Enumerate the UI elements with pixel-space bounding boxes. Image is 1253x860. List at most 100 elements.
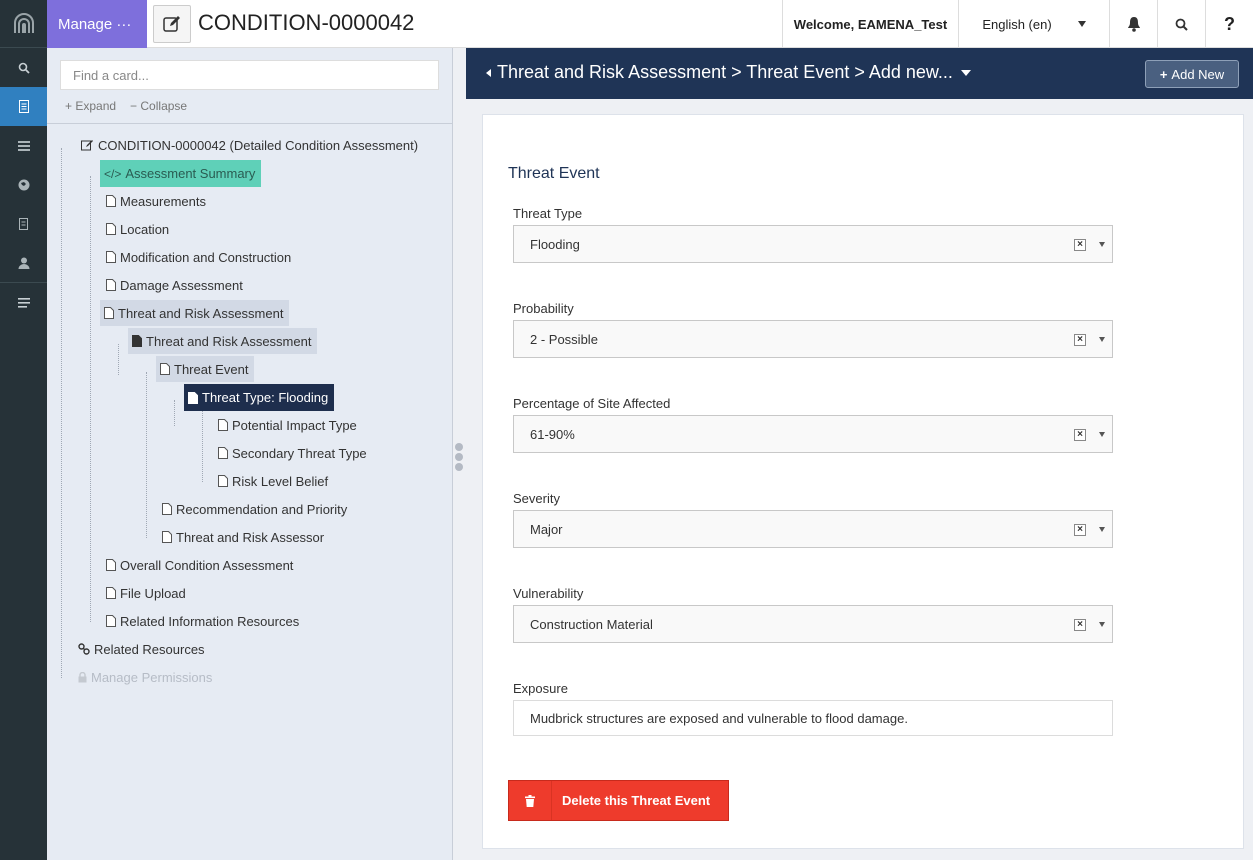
tree-node-risk-level[interactable]: Risk Level Belief (214, 468, 334, 494)
menu-icon[interactable] (0, 283, 47, 322)
tree-node-label: Threat Type: Flooding (202, 390, 329, 405)
tree-node-threat-risk-child[interactable]: Threat and Risk Assessment (128, 328, 318, 354)
caret-down-icon[interactable] (1099, 242, 1105, 247)
expand-collapse-controls: + Expand − Collapse (65, 99, 187, 113)
document-icon (106, 559, 116, 571)
severity-select[interactable]: Major × (513, 510, 1113, 548)
list-icon[interactable] (0, 126, 47, 165)
add-new-label: Add New (1171, 66, 1225, 82)
percentage-select[interactable]: 61-90% × (513, 415, 1113, 453)
document-icon (218, 475, 228, 487)
caret-down-icon[interactable] (1099, 527, 1105, 532)
document-icon (188, 391, 198, 404)
tree-node-label: Threat and Risk Assessor (176, 529, 325, 545)
tree-connector (61, 148, 62, 678)
breadcrumb[interactable]: Threat and Risk Assessment > Threat Even… (486, 62, 971, 83)
threat-type-select[interactable]: Flooding × (513, 225, 1113, 263)
tree-node-threat-event[interactable]: Threat Event (156, 356, 255, 382)
app-rail (0, 0, 47, 860)
tree-node-assessor[interactable]: Threat and Risk Assessor (158, 524, 330, 550)
tree-node-threat-risk[interactable]: Threat and Risk Assessment (100, 300, 290, 326)
caret-down-icon[interactable] (1099, 622, 1105, 627)
arches-logo[interactable] (0, 0, 47, 47)
threat-type-label: Threat Type (513, 206, 583, 221)
percentage-value: 61-90% (530, 426, 575, 442)
tree-node-threat-type-flooding[interactable]: Threat Type: Flooding (184, 384, 335, 411)
clear-icon[interactable]: × (1074, 429, 1086, 441)
panel-resize-handle[interactable] (453, 443, 465, 475)
vulnerability-select[interactable]: Construction Material × (513, 605, 1113, 643)
find-card-input[interactable] (60, 60, 439, 90)
document-icon (104, 307, 114, 319)
edit-resource-button[interactable] (153, 5, 191, 43)
tree-node-label: Recommendation and Priority (176, 501, 348, 517)
clear-icon[interactable]: × (1074, 524, 1086, 536)
collapse-button[interactable]: − Collapse (130, 99, 187, 113)
document-icon (160, 363, 170, 375)
document-icon (106, 223, 116, 235)
code-icon: </> (104, 166, 122, 181)
tree-node-modification[interactable]: Modification and Construction (102, 244, 297, 270)
severity-value: Major (530, 521, 563, 537)
threat-event-form: Threat Event Threat Type Flooding × Prob… (482, 114, 1244, 849)
tree-node-label: Modification and Construction (120, 249, 292, 265)
probability-select[interactable]: 2 - Possible × (513, 320, 1113, 358)
delete-threat-event-button[interactable]: Delete this Threat Event (508, 780, 729, 821)
document-icon (106, 279, 116, 291)
collapse-label: Collapse (140, 99, 188, 113)
threat-type-value: Flooding (530, 236, 580, 252)
tree-node-label: Risk Level Belief (232, 473, 329, 489)
notifications-button[interactable] (1109, 0, 1157, 48)
document-icon (218, 447, 228, 459)
document-icon (106, 251, 116, 263)
add-new-button[interactable]: + Add New (1145, 60, 1239, 88)
globe-icon[interactable] (0, 165, 47, 204)
tree-node-secondary-threat[interactable]: Secondary Threat Type (214, 440, 373, 466)
tree-connector (202, 410, 203, 482)
tree-node-file-upload[interactable]: File Upload (102, 580, 192, 606)
expand-button[interactable]: + Expand (65, 99, 116, 113)
document-icon (162, 531, 172, 543)
tree-node-label: Threat and Risk Assessment (118, 305, 284, 321)
top-bar: Manage ··· CONDITION-0000042 Welcome, EA… (47, 0, 1253, 48)
tree-node-recommendation[interactable]: Recommendation and Priority (158, 496, 353, 522)
tree-node-measurements[interactable]: Measurements (102, 188, 212, 214)
global-search-button[interactable] (1157, 0, 1205, 48)
tree-node-label: Measurements (120, 193, 206, 209)
tree-node-overall-condition[interactable]: Overall Condition Assessment (102, 552, 299, 578)
caret-down-icon[interactable] (1099, 337, 1105, 342)
lock-icon (78, 671, 87, 683)
language-selector[interactable]: English (en) (958, 0, 1109, 48)
bookmark-icon[interactable] (0, 204, 47, 243)
breadcrumb-text: Threat and Risk Assessment > Threat Even… (497, 62, 953, 82)
exposure-label: Exposure (513, 681, 568, 696)
search-icon[interactable] (0, 48, 47, 87)
tree-node-related-resources[interactable]: Related Resources (74, 636, 211, 662)
manage-menu-button[interactable]: Manage ··· (47, 0, 147, 48)
tree-node-location[interactable]: Location (102, 216, 175, 242)
clear-icon[interactable]: × (1074, 619, 1086, 631)
tree-node-label: Damage Assessment (120, 277, 243, 293)
document-icon (106, 195, 116, 207)
document-icon (218, 419, 228, 431)
tree-node-potential-impact[interactable]: Potential Impact Type (214, 412, 363, 438)
user-icon[interactable] (0, 243, 47, 282)
caret-down-icon[interactable] (1099, 432, 1105, 437)
card-header: Threat and Risk Assessment > Threat Even… (466, 48, 1253, 99)
tree-node-damage[interactable]: Damage Assessment (102, 272, 249, 298)
welcome-user[interactable]: Welcome, EAMENA_Test (782, 0, 958, 48)
clear-icon[interactable]: × (1074, 239, 1086, 251)
resource-editor-icon[interactable] (0, 87, 47, 126)
clear-icon[interactable]: × (1074, 334, 1086, 346)
tree-node-assessment-summary[interactable]: </> Assessment Summary (100, 160, 262, 187)
tree-node-root[interactable]: CONDITION-0000042 (Detailed Condition As… (77, 132, 424, 158)
tree-node-related-info[interactable]: Related Information Resources (102, 608, 305, 634)
card-tree-panel: + Expand − Collapse CONDITION-0000042 (D… (47, 48, 453, 860)
trash-icon (509, 781, 552, 820)
exposure-input[interactable]: Mudbrick structures are exposed and vuln… (513, 700, 1113, 736)
tree-node-label: Assessment Summary (125, 166, 256, 181)
tree-node-label: Related Information Resources (120, 613, 300, 629)
tree-node-label: Threat Event (174, 361, 249, 377)
help-button[interactable]: ? (1205, 0, 1253, 48)
tree-node-label: CONDITION-0000042 (Detailed Condition As… (98, 137, 419, 153)
